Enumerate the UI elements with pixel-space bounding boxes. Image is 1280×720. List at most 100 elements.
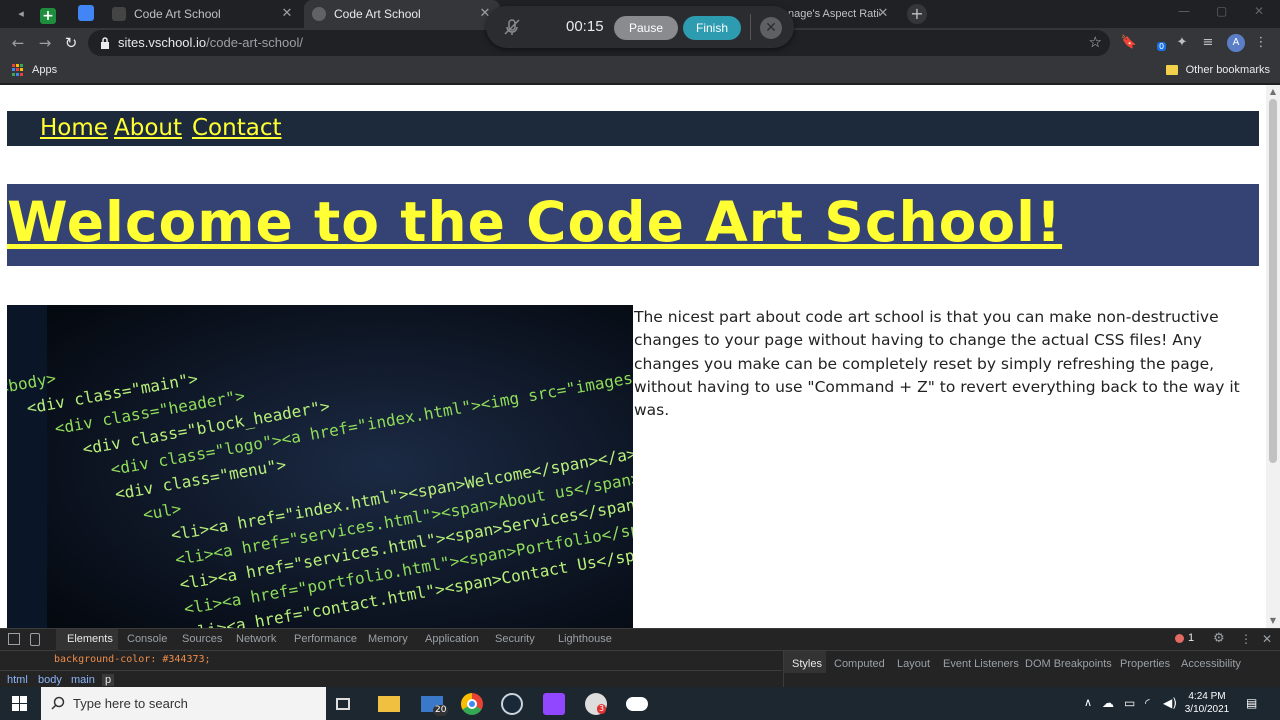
tab-sources[interactable]: Sources bbox=[182, 633, 222, 645]
apps-label: Apps bbox=[32, 64, 58, 76]
recording-toolbar: 00:15 Pause Finish ✕ bbox=[486, 6, 794, 48]
apps-grid-icon bbox=[12, 64, 24, 76]
tab-performance[interactable]: Performance bbox=[294, 633, 357, 645]
menu-icon[interactable]: ⋮ bbox=[1252, 34, 1270, 52]
tab-memory[interactable]: Memory bbox=[368, 633, 408, 645]
close-devtools-icon[interactable]: ✕ bbox=[1262, 632, 1272, 646]
side-tab-dom-breakpoints[interactable]: DOM Breakpoints bbox=[1025, 658, 1112, 670]
tab-network[interactable]: Network bbox=[236, 633, 276, 645]
mic-muted-icon[interactable] bbox=[502, 17, 522, 37]
side-tab-styles[interactable]: Styles bbox=[792, 658, 822, 670]
error-icon bbox=[1175, 633, 1184, 643]
scrollbar-thumb[interactable] bbox=[1269, 99, 1277, 463]
reload-icon[interactable]: ↻ bbox=[62, 34, 80, 52]
scroll-up-arrow[interactable]: ▲ bbox=[1269, 88, 1277, 96]
inspect-icon[interactable] bbox=[8, 633, 20, 645]
finish-button[interactable]: Finish bbox=[683, 16, 741, 40]
tab-2[interactable]: Code Art School ✕ bbox=[304, 0, 500, 28]
file-explorer-icon[interactable] bbox=[378, 696, 400, 712]
reading-list-icon[interactable]: 🔖 bbox=[1120, 34, 1138, 52]
apps-bookmark[interactable]: Apps bbox=[12, 64, 57, 76]
recorder-app-icon[interactable]: 3 bbox=[585, 693, 607, 715]
nav-link-home[interactable]: Home bbox=[40, 115, 108, 141]
media-icon[interactable]: ≡ bbox=[1199, 34, 1217, 52]
extension-icon[interactable]: 0 bbox=[1147, 34, 1167, 52]
maximize-icon[interactable]: ▢ bbox=[1216, 4, 1227, 18]
other-bookmarks-label: Other bookmarks bbox=[1185, 64, 1270, 76]
tab-application[interactable]: Application bbox=[425, 633, 479, 645]
settings-gear-icon[interactable]: ⚙ bbox=[1213, 631, 1225, 646]
tab-console[interactable]: Console bbox=[127, 633, 167, 645]
steam-icon[interactable] bbox=[501, 693, 523, 715]
chrome-icon[interactable] bbox=[461, 693, 483, 715]
more-options-icon[interactable]: ⋮ bbox=[1240, 632, 1252, 646]
twitch-icon[interactable] bbox=[543, 693, 565, 715]
device-toggle-icon[interactable] bbox=[30, 633, 40, 646]
back-icon[interactable]: ← bbox=[9, 34, 27, 52]
page-scrollbar[interactable]: ▲ ▼ bbox=[1266, 85, 1280, 628]
wifi-icon[interactable]: ◜ bbox=[1145, 696, 1150, 710]
pause-button[interactable]: Pause bbox=[614, 16, 678, 40]
crumb-body[interactable]: body bbox=[38, 674, 62, 686]
battery-icon[interactable]: ▭ bbox=[1124, 696, 1135, 710]
hero-banner: Welcome to the Code Art School! bbox=[7, 184, 1259, 266]
site-nav: Home About Contact bbox=[7, 111, 1259, 146]
onedrive-icon[interactable]: ☁ bbox=[1102, 696, 1114, 710]
tab-elements[interactable]: Elements bbox=[67, 633, 113, 645]
side-tab-accessibility[interactable]: Accessibility bbox=[1181, 658, 1241, 670]
scroll-down-arrow[interactable]: ▼ bbox=[1269, 617, 1277, 625]
pinned-tab-2[interactable] bbox=[78, 5, 96, 23]
taskbar-search[interactable]: Type here to search bbox=[41, 687, 326, 720]
crumb-main[interactable]: main bbox=[71, 674, 95, 686]
css-declaration[interactable]: background-color: #344373; bbox=[54, 654, 211, 665]
pinned-tab-1[interactable]: + bbox=[40, 5, 58, 24]
devtools-panel: Elements Console Sources Network Perform… bbox=[0, 628, 1280, 688]
crumb-html[interactable]: html bbox=[7, 674, 28, 686]
minimize-icon[interactable]: — bbox=[1178, 4, 1190, 18]
tab-3[interactable]: nage's Aspect Ratio ✕ bbox=[782, 0, 898, 28]
puzzle-icon[interactable]: ✦ bbox=[1173, 34, 1191, 52]
close-tab-icon[interactable]: ✕ bbox=[280, 6, 294, 20]
system-clock[interactable]: 4:24 PM 3/10/2021 bbox=[1180, 690, 1234, 716]
intro-paragraph: The nicest part about code art school is… bbox=[634, 308, 1240, 420]
volume-icon[interactable]: ◀) bbox=[1163, 696, 1177, 710]
page-viewport: Home About Contact Welcome to the Code A… bbox=[0, 85, 1266, 628]
url-host: sites.vschool.io bbox=[118, 35, 207, 50]
error-count: 1 bbox=[1188, 632, 1195, 644]
close-icon[interactable]: ✕ bbox=[760, 17, 782, 39]
styles-pane-tabs: Styles Computed Layout Event Listeners D… bbox=[783, 651, 1280, 688]
new-tab-button[interactable]: + bbox=[907, 4, 927, 24]
windows-start-icon[interactable] bbox=[12, 696, 27, 711]
url-text: sites.vschool.io/code-art-school/ bbox=[118, 35, 303, 50]
side-tab-layout[interactable]: Layout bbox=[897, 658, 930, 670]
task-view-icon[interactable] bbox=[336, 698, 350, 710]
show-hidden-icons[interactable]: ∧ bbox=[1084, 696, 1092, 709]
profile-avatar[interactable]: A bbox=[1227, 34, 1245, 52]
bookmarks-bar: Apps Other bookmarks bbox=[0, 58, 1280, 84]
devtools-tabs: Elements Console Sources Network Perform… bbox=[0, 629, 1280, 651]
forward-icon[interactable]: → bbox=[36, 34, 54, 52]
notifications-icon[interactable]: ▤ bbox=[1246, 696, 1257, 710]
crumb-p[interactable]: p bbox=[102, 674, 115, 686]
cloud-app-icon[interactable] bbox=[626, 697, 648, 711]
side-tab-event-listeners[interactable]: Event Listeners bbox=[943, 658, 1019, 670]
tab-title: Code Art School bbox=[134, 7, 221, 21]
error-count-badge[interactable]: 1 bbox=[1175, 632, 1194, 644]
bookmark-star-icon[interactable]: ☆ bbox=[1089, 33, 1102, 51]
tab-security[interactable]: Security bbox=[495, 633, 535, 645]
clock-date: 3/10/2021 bbox=[1184, 704, 1230, 715]
mail-icon[interactable]: 20 bbox=[421, 696, 449, 716]
side-tab-properties[interactable]: Properties bbox=[1120, 658, 1170, 670]
page-title: Welcome to the Code Art School! bbox=[7, 190, 1063, 254]
tab-1[interactable]: Code Art School ✕ bbox=[106, 0, 302, 28]
side-tab-computed[interactable]: Computed bbox=[834, 658, 885, 670]
tab-lighthouse[interactable]: Lighthouse bbox=[558, 633, 612, 645]
close-window-icon[interactable]: ✕ bbox=[1254, 4, 1264, 18]
nav-link-contact[interactable]: Contact bbox=[192, 115, 281, 141]
tab-search-icon[interactable]: ◂ bbox=[12, 5, 30, 23]
other-bookmarks[interactable]: Other bookmarks bbox=[1165, 64, 1270, 76]
docs-icon bbox=[78, 5, 94, 21]
nav-link-about[interactable]: About bbox=[114, 115, 182, 141]
url-path: /code-art-school/ bbox=[206, 35, 303, 50]
close-tab-icon[interactable]: ✕ bbox=[876, 6, 890, 20]
